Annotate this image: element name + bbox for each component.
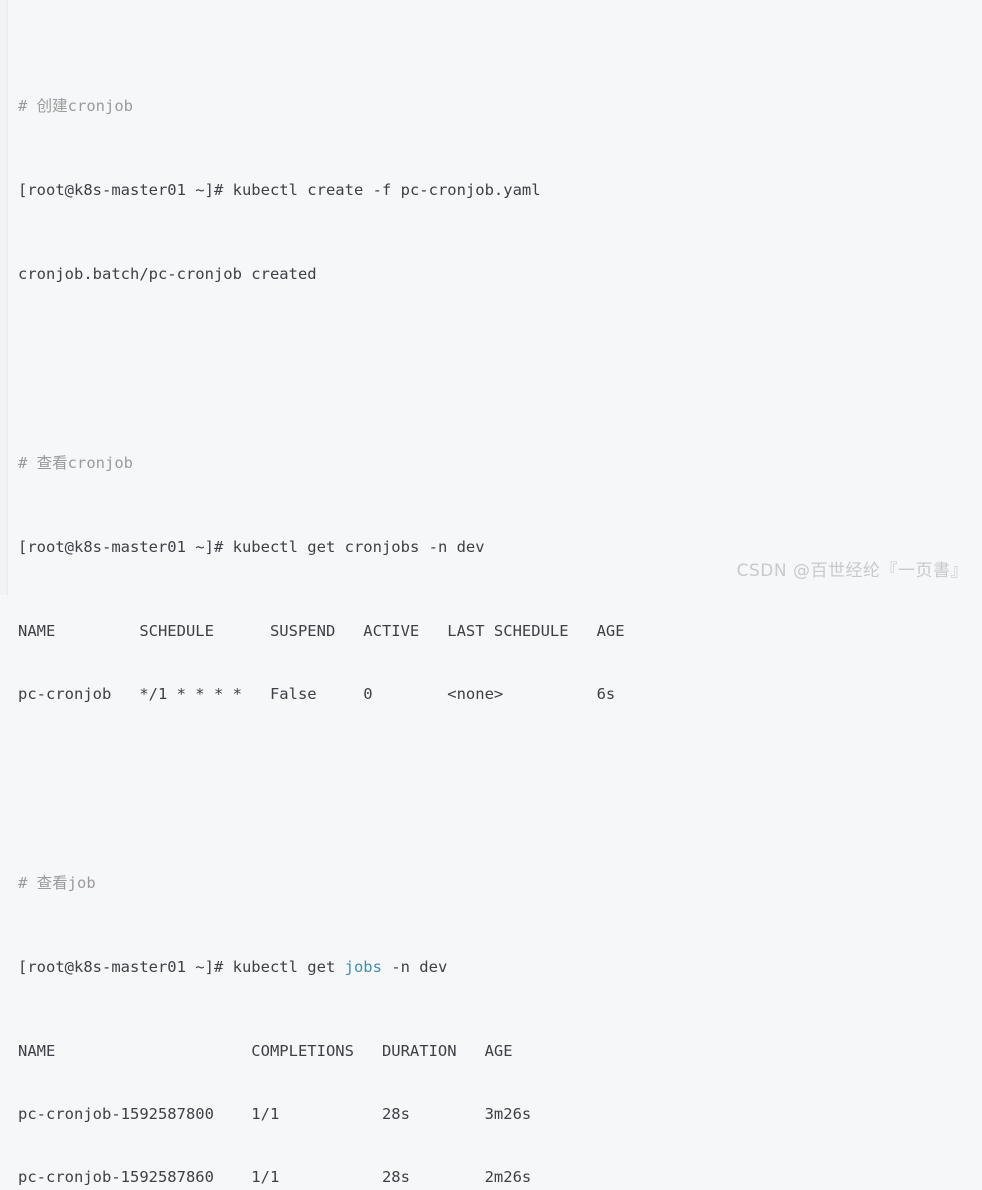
comment-get-cronjob: # 查看cronjob <box>18 454 133 472</box>
command-text-get-cronjob: kubectl get cronjobs -n dev <box>232 538 485 556</box>
table-row: pc-cronjob-1592587800 1/1 28s 3m26s <box>18 1105 532 1123</box>
command-line-create: [root@k8s-master01 ~]# kubectl create -f… <box>18 180 972 201</box>
shell-prompt: [root@k8s-master01 ~]# <box>18 958 233 976</box>
shell-prompt: [root@k8s-master01 ~]# <box>18 538 233 556</box>
csdn-watermark: CSDN @百世经纶『一页書』 <box>736 561 968 581</box>
command-text-get-job-pre: kubectl get <box>232 958 345 976</box>
table-header-cronjobs: NAME SCHEDULE SUSPEND ACTIVE LAST SCHEDU… <box>18 622 625 640</box>
command-line-get-cronjob: [root@k8s-master01 ~]# kubectl get cronj… <box>18 537 972 558</box>
comment-create-cronjob: # 创建cronjob <box>18 97 133 115</box>
output-create-cronjob: cronjob.batch/pc-cronjob created <box>18 265 317 283</box>
command-line-get-job: [root@k8s-master01 ~]# kubectl get jobs … <box>18 957 972 978</box>
terminal-window: # 创建cronjob [root@k8s-master01 ~]# kubec… <box>0 0 982 1186</box>
shell-prompt: [root@k8s-master01 ~]# <box>18 181 233 199</box>
command-text-create: kubectl create -f pc-cronjob.yaml <box>232 181 541 199</box>
table-row: pc-cronjob-1592587860 1/1 28s 2m26s <box>18 1168 532 1186</box>
comment-get-job: # 查看job <box>18 874 96 892</box>
terminal-output-area[interactable]: # 创建cronjob [root@k8s-master01 ~]# kubec… <box>0 12 982 1190</box>
table-header-jobs: NAME COMPLETIONS DURATION AGE <box>18 1042 513 1060</box>
command-keyword-jobs: jobs <box>344 958 382 976</box>
command-text-get-job-post: -n dev <box>381 958 448 976</box>
table-row: pc-cronjob */1 * * * * False 0 <none> 6s <box>18 685 616 703</box>
